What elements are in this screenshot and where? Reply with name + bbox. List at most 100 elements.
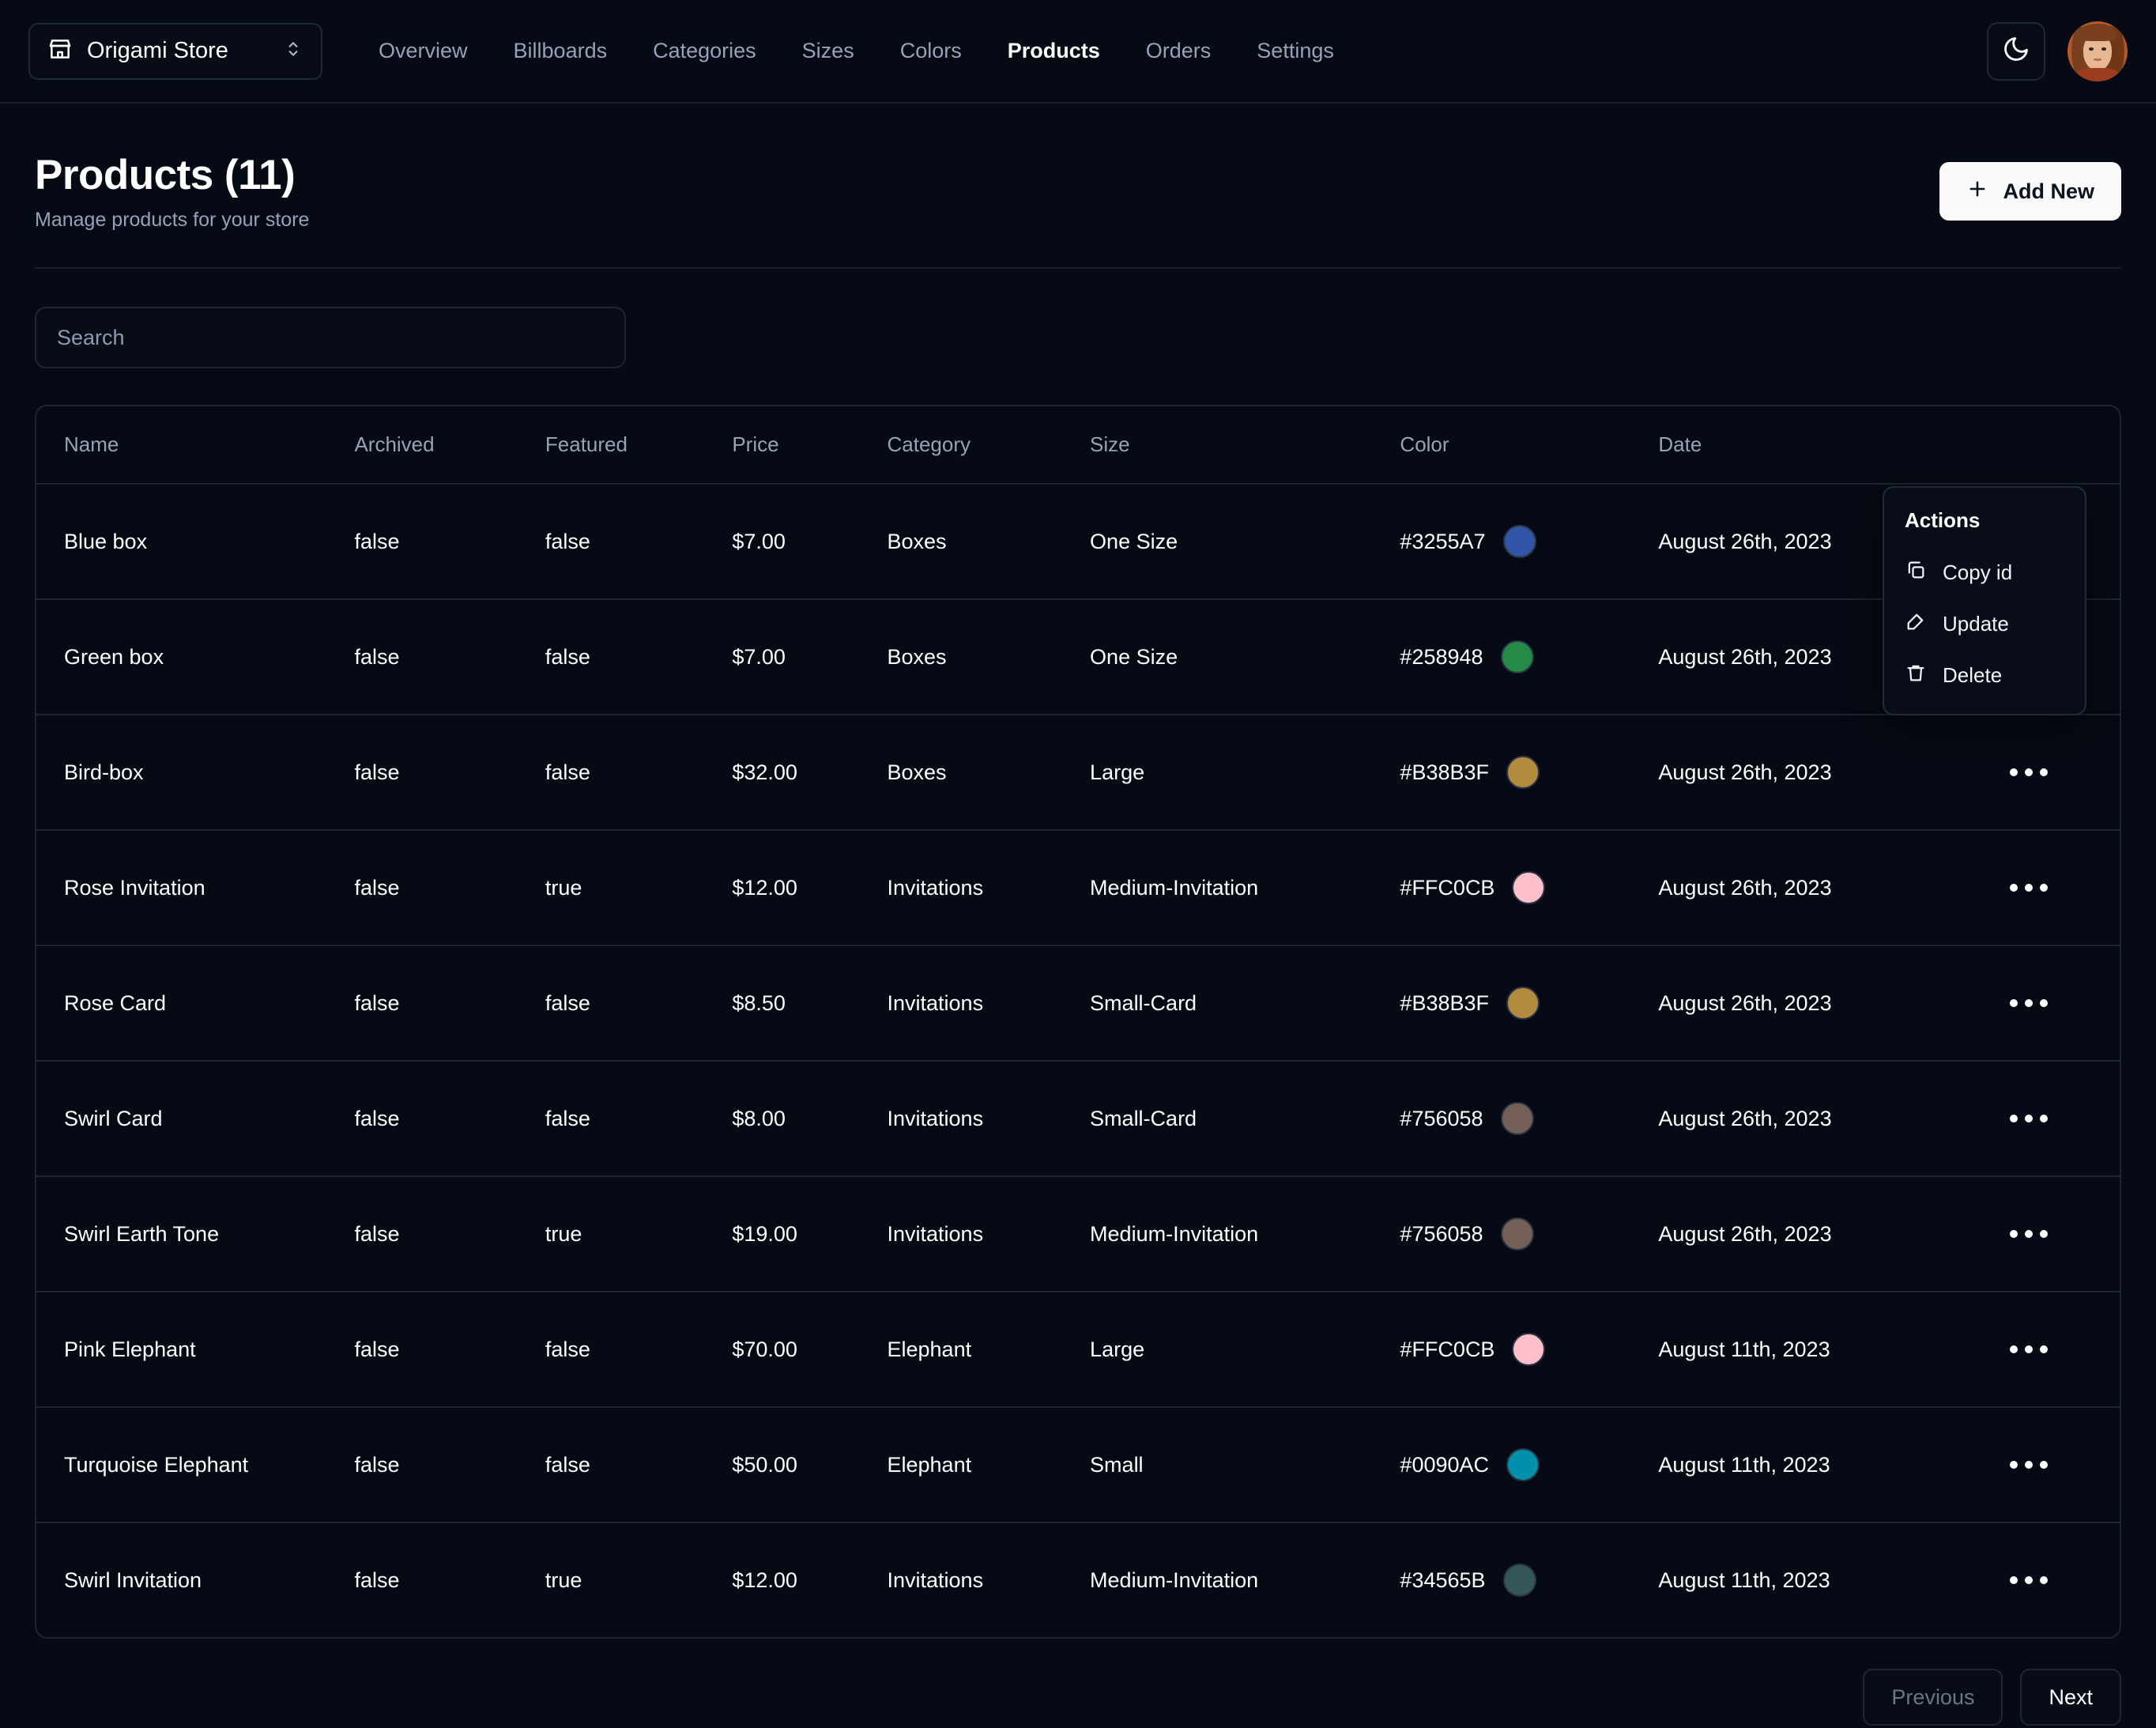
ellipsis-horizontal-icon[interactable]: [2000, 979, 2057, 1027]
actions-menu-title: Actions: [1884, 499, 2085, 547]
price-cell: $12.00: [732, 1522, 887, 1637]
column-header-category: Category: [888, 406, 1091, 484]
size-cell: Medium-Invitation: [1090, 1522, 1400, 1637]
color-swatch: [1503, 525, 1536, 558]
color-swatch: [1501, 1102, 1534, 1135]
ellipsis-horizontal-icon[interactable]: [2000, 1556, 2057, 1604]
date-cell: August 26th, 2023: [1658, 1176, 2000, 1292]
date-cell: August 26th, 2023: [1658, 945, 2000, 1061]
nav-item-settings[interactable]: Settings: [1234, 31, 1357, 71]
row-actions-cell: [2000, 715, 2120, 830]
color-cell: #258948: [1400, 599, 1658, 715]
price-cell: $7.00: [732, 599, 887, 715]
menu-item-copy-id[interactable]: Copy id: [1884, 547, 2085, 598]
column-header-price: Price: [732, 406, 887, 484]
category-cell: Invitations: [888, 1522, 1091, 1637]
store-icon: [47, 36, 73, 66]
size-cell: One Size: [1090, 599, 1400, 715]
menu-item-delete[interactable]: Delete: [1884, 650, 2085, 701]
page-body: Products (11) Manage products for your s…: [0, 104, 2156, 1728]
next-page-button[interactable]: Next: [2020, 1669, 2121, 1726]
date-cell: August 26th, 2023: [1658, 830, 2000, 945]
archived-cell: false: [354, 1061, 545, 1176]
pagination: Previous Next: [35, 1639, 2121, 1726]
table-row: Blue boxfalsefalse$7.00BoxesOne Size#325…: [36, 484, 2120, 599]
color-cell: #3255A7: [1400, 484, 1658, 599]
size-cell: Large: [1090, 715, 1400, 830]
size-cell: Small-Card: [1090, 1061, 1400, 1176]
size-cell: Large: [1090, 1292, 1400, 1407]
theme-toggle-button[interactable]: [1987, 22, 2045, 81]
column-header-actions: [2000, 406, 2120, 484]
archived-cell: false: [354, 1176, 545, 1292]
category-cell: Elephant: [888, 1292, 1091, 1407]
menu-item-delete-label: Delete: [1943, 663, 2002, 688]
featured-cell: false: [545, 1407, 732, 1522]
category-cell: Boxes: [888, 599, 1091, 715]
menu-item-update[interactable]: Update: [1884, 598, 2085, 650]
price-cell: $8.50: [732, 945, 887, 1061]
column-header-archived: Archived: [354, 406, 545, 484]
category-cell: Invitations: [888, 945, 1091, 1061]
row-actions-cell: [2000, 1061, 2120, 1176]
column-header-name: Name: [36, 406, 354, 484]
size-cell: Small-Card: [1090, 945, 1400, 1061]
color-swatch: [1506, 756, 1540, 789]
row-actions-cell: [2000, 830, 2120, 945]
category-cell: Boxes: [888, 715, 1091, 830]
date-cell: August 11th, 2023: [1658, 1292, 2000, 1407]
size-cell: Medium-Invitation: [1090, 830, 1400, 945]
moon-icon: [2002, 35, 2030, 67]
add-new-button[interactable]: Add New: [1939, 162, 2121, 221]
table-row: Bird-boxfalsefalse$32.00BoxesLarge#B38B3…: [36, 715, 2120, 830]
color-cell: #34565B: [1400, 1522, 1658, 1637]
page-header: Products (11) Manage products for your s…: [35, 104, 2121, 232]
page-title: Products (11): [35, 153, 309, 198]
archived-cell: false: [354, 715, 545, 830]
featured-cell: true: [545, 830, 732, 945]
ellipsis-horizontal-icon[interactable]: [2000, 1326, 2057, 1373]
featured-cell: false: [545, 1061, 732, 1176]
archived-cell: false: [354, 945, 545, 1061]
ellipsis-horizontal-icon[interactable]: [2000, 1441, 2057, 1488]
color-hex-label: #B38B3F: [1400, 760, 1489, 785]
nav-item-sizes[interactable]: Sizes: [779, 31, 877, 71]
ellipsis-horizontal-icon[interactable]: [2000, 864, 2057, 911]
column-header-color: Color: [1400, 406, 1658, 484]
ellipsis-horizontal-icon[interactable]: [2000, 1210, 2057, 1258]
product-name-cell: Swirl Invitation: [36, 1522, 354, 1637]
ellipsis-horizontal-icon[interactable]: [2000, 749, 2057, 796]
nav-item-orders[interactable]: Orders: [1123, 31, 1234, 71]
avatar[interactable]: [2067, 21, 2128, 81]
color-cell: #FFC0CB: [1400, 1292, 1658, 1407]
archived-cell: false: [354, 1522, 545, 1637]
date-cell: August 11th, 2023: [1658, 1522, 2000, 1637]
price-cell: $32.00: [732, 715, 887, 830]
nav-item-colors[interactable]: Colors: [877, 31, 985, 71]
date-cell: August 26th, 2023: [1658, 715, 2000, 830]
table-row: Rose Cardfalsefalse$8.50InvitationsSmall…: [36, 945, 2120, 1061]
nav-item-products[interactable]: Products: [985, 31, 1123, 71]
nav-item-categories[interactable]: Categories: [630, 31, 779, 71]
store-switcher[interactable]: Origami Store: [28, 23, 322, 80]
ellipsis-horizontal-icon[interactable]: [2000, 1095, 2057, 1142]
color-hex-label: #756058: [1400, 1107, 1483, 1131]
search-input[interactable]: [35, 307, 626, 368]
search-area: [35, 269, 2121, 368]
price-cell: $12.00: [732, 830, 887, 945]
chevrons-up-down-icon: [283, 39, 303, 63]
table-row: Rose Invitationfalsetrue$12.00Invitation…: [36, 830, 2120, 945]
row-actions-cell: [2000, 1522, 2120, 1637]
color-hex-label: #FFC0CB: [1400, 1338, 1494, 1362]
color-cell: #FFC0CB: [1400, 830, 1658, 945]
nav-item-billboards[interactable]: Billboards: [491, 31, 631, 71]
copy-icon: [1905, 559, 1927, 587]
date-cell: August 26th, 2023: [1658, 1061, 2000, 1176]
product-name-cell: Rose Invitation: [36, 830, 354, 945]
previous-page-button[interactable]: Previous: [1863, 1669, 2003, 1726]
product-name-cell: Blue box: [36, 484, 354, 599]
table-body: Blue boxfalsefalse$7.00BoxesOne Size#325…: [36, 484, 2120, 1637]
store-switcher-label: Origami Store: [87, 38, 269, 64]
column-header-featured: Featured: [545, 406, 732, 484]
nav-item-overview[interactable]: Overview: [356, 31, 491, 71]
